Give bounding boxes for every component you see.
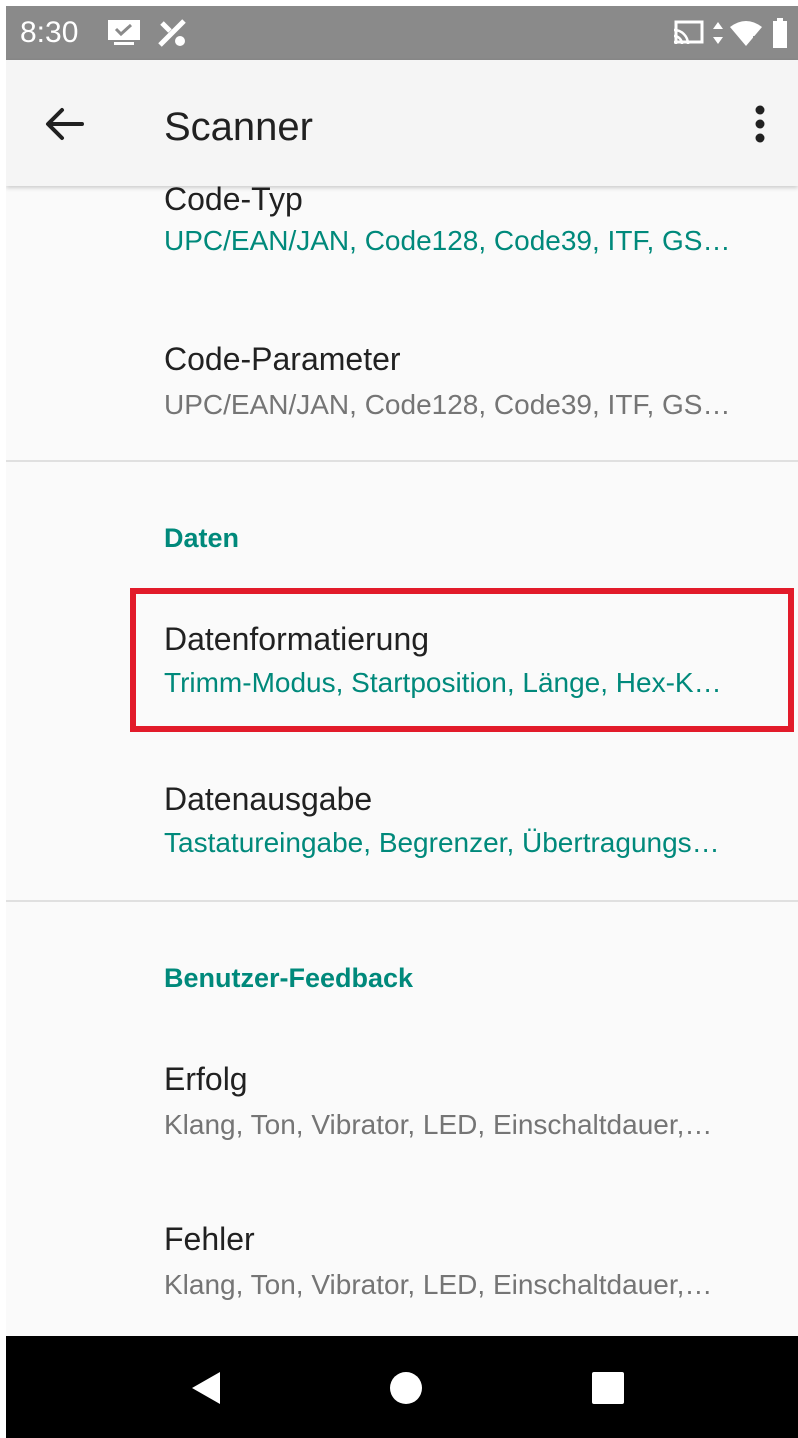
pref-code-parameter[interactable]: Code-Parameter UPC/EAN/JAN, Code128, Cod… bbox=[6, 296, 798, 456]
pref-summary: UPC/EAN/JAN, Code128, Code39, ITF, GS… bbox=[164, 389, 731, 420]
back-button[interactable] bbox=[32, 92, 96, 156]
tools-icon bbox=[154, 16, 192, 50]
data-arrows-icon bbox=[710, 16, 726, 50]
battery-icon bbox=[770, 16, 790, 50]
svg-text:5: 5 bbox=[752, 35, 758, 46]
home-circle-icon bbox=[390, 1372, 422, 1404]
page-title: Scanner bbox=[164, 105, 313, 149]
cast-icon bbox=[670, 16, 706, 50]
divider bbox=[6, 460, 798, 462]
wifi-icon: 5 bbox=[728, 16, 764, 50]
status-bar: 8:30 5 bbox=[6, 6, 798, 60]
pref-summary: Klang, Ton, Vibrator, LED, Einschaltdaue… bbox=[164, 1269, 713, 1300]
status-time: 8:30 bbox=[20, 16, 79, 49]
screen-icon bbox=[104, 16, 144, 50]
pref-title: Code-Parameter bbox=[164, 341, 401, 377]
pref-title: Erfolg bbox=[164, 1061, 248, 1097]
nav-back-button[interactable] bbox=[176, 1358, 236, 1418]
pref-summary: Klang, Ton, Vibrator, LED, Einschaltdaue… bbox=[164, 1109, 713, 1140]
category-daten: Daten bbox=[164, 523, 240, 553]
pref-erfolg[interactable]: Erfolg Klang, Ton, Vibrator, LED, Einsch… bbox=[6, 1026, 798, 1176]
divider bbox=[6, 900, 798, 902]
arrow-back-icon bbox=[46, 108, 84, 140]
recents-square-icon bbox=[592, 1372, 624, 1404]
pref-fehler[interactable]: Fehler Klang, Ton, Vibrator, LED, Einsch… bbox=[6, 1186, 798, 1332]
category-benutzer-feedback: Benutzer-Feedback bbox=[164, 963, 414, 993]
pref-title: Datenausgabe bbox=[164, 781, 373, 817]
navigation-bar bbox=[6, 1336, 798, 1438]
back-triangle-icon bbox=[192, 1372, 220, 1404]
overflow-menu-button[interactable] bbox=[736, 92, 784, 156]
nav-recents-button[interactable] bbox=[578, 1358, 638, 1418]
highlight-box bbox=[130, 588, 794, 732]
nav-home-button[interactable] bbox=[376, 1358, 436, 1418]
pref-datenausgabe[interactable]: Datenausgabe Tastatureingabe, Begrenzer,… bbox=[6, 746, 798, 896]
screen: 8:30 5 Scanner Code-Typ UPC/EAN/JAN, Cod… bbox=[6, 6, 798, 1438]
app-bar: Scanner bbox=[6, 60, 798, 186]
more-vert-icon bbox=[755, 105, 765, 143]
pref-title: Fehler bbox=[164, 1221, 255, 1257]
pref-summary: Tastatureingabe, Begrenzer, Übertragungs… bbox=[164, 827, 720, 858]
pref-summary: UPC/EAN/JAN, Code128, Code39, ITF, GS… bbox=[164, 225, 731, 256]
